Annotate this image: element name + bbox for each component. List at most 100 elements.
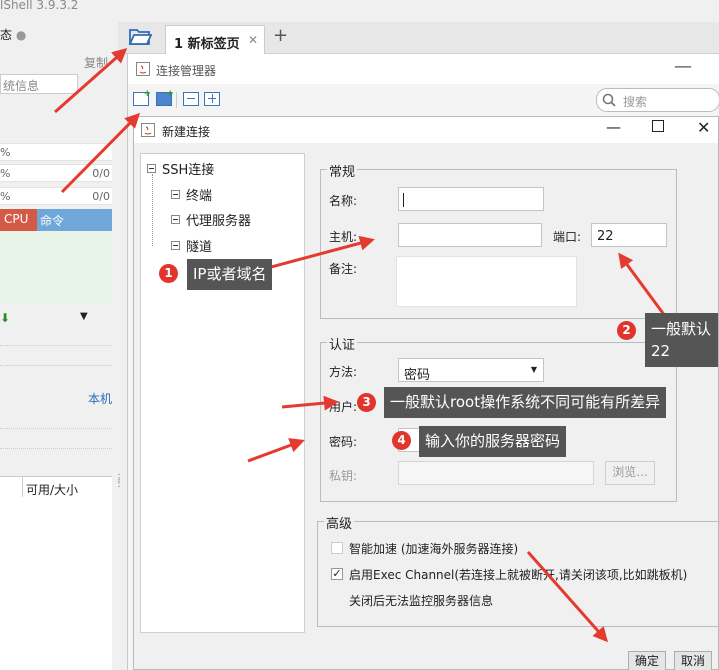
- divider: [0, 365, 112, 366]
- divider: [0, 345, 112, 346]
- app-title: lShell 3.9.3.2: [0, 0, 79, 12]
- host-label: 主机:: [329, 230, 358, 244]
- tree-item-tunnel[interactable]: 隧道: [171, 236, 212, 255]
- smart-accel-checkbox[interactable]: [331, 542, 343, 554]
- advanced-legend: 高级: [324, 513, 355, 532]
- status-dot-icon: ●: [15, 28, 27, 42]
- exec-channel-checkbox[interactable]: ✓: [331, 568, 343, 580]
- private-key-field[interactable]: [398, 461, 594, 485]
- monitor-row-pct: %: [0, 146, 11, 159]
- tree-item-label: 终端: [186, 189, 213, 204]
- monitor-row-pct: %: [0, 190, 11, 203]
- name-field[interactable]: [398, 187, 544, 211]
- private-key-label: 私钥:: [329, 469, 358, 483]
- command-column-header[interactable]: 命令: [40, 212, 64, 229]
- close-tab-icon[interactable]: ✕: [248, 33, 258, 47]
- annotation-callout: 输入你的服务器密码: [419, 426, 567, 457]
- java-app-icon: [141, 123, 155, 137]
- monitor-row: % 0/0: [0, 164, 112, 182]
- general-legend: 常规: [327, 161, 358, 180]
- collapse-icon[interactable]: [171, 241, 180, 250]
- minimize-button[interactable]: —: [606, 118, 621, 136]
- new-folder-icon[interactable]: +: [156, 89, 174, 106]
- collapse-icon[interactable]: [147, 164, 156, 173]
- annotation-badge: 3: [357, 393, 376, 412]
- sys-info-field[interactable]: 统信息: [0, 74, 78, 94]
- monitor-row: %: [0, 143, 112, 161]
- tree-item-label: SSH连接: [162, 163, 215, 178]
- method-select[interactable]: 密码 ▼: [398, 358, 544, 383]
- ok-button[interactable]: 确定: [628, 651, 666, 670]
- connection-manager-title: 连接管理器: [156, 64, 217, 78]
- settings-tree: SSH连接 终端 代理服务器 隧道: [140, 153, 305, 633]
- divider: [0, 428, 112, 429]
- collapse-all-icon[interactable]: [183, 92, 199, 106]
- expand-all-icon[interactable]: [204, 92, 220, 106]
- tree-connector: [152, 174, 153, 246]
- exec-channel-label: 启用Exec Channel(若连接上就被断开,请关闭该项,比如跳板机): [349, 568, 688, 582]
- splitter-handle-icon[interactable]: ⋮ ⋮: [114, 474, 124, 489]
- process-header: CPU 命令: [0, 209, 112, 231]
- annotation-badge: 4: [392, 431, 411, 450]
- method-label: 方法:: [329, 365, 358, 379]
- note-field[interactable]: [396, 256, 577, 307]
- dropdown-arrow-icon[interactable]: ▼: [80, 311, 88, 322]
- smart-accel-label: 智能加速 (加速海外服务器连接): [349, 542, 519, 556]
- tab-new[interactable]: 1 新标签页 ✕: [165, 25, 265, 54]
- note-label: 备注:: [329, 262, 358, 276]
- host-field[interactable]: [398, 223, 542, 247]
- divider: [0, 448, 112, 449]
- monitor-row: % 0/0: [0, 187, 112, 205]
- auth-group: 认证 方法: 密码 ▼ 用户: 密码: 私钥: 浏览...: [320, 334, 677, 502]
- tab-bar: 1 新标签页 ✕ +: [118, 22, 719, 54]
- annotation-callout: 一般默认22: [645, 313, 718, 367]
- port-label: 端口:: [553, 230, 582, 244]
- browse-button[interactable]: 浏览...: [605, 461, 655, 485]
- exec-channel-note: 关闭后无法监控服务器信息: [349, 594, 494, 608]
- connection-manager-toolbar: + + 搜索: [128, 84, 719, 116]
- cpu-column-header[interactable]: CPU: [0, 209, 37, 231]
- chevron-down-icon: ▼: [530, 365, 537, 374]
- local-link[interactable]: 本机: [88, 390, 112, 407]
- port-field[interactable]: 22: [591, 223, 667, 247]
- tree-item-label: 隧道: [186, 240, 213, 255]
- tree-item-terminal[interactable]: 终端: [171, 185, 212, 204]
- status-label: 态 ●: [0, 28, 27, 42]
- maximize-button[interactable]: [652, 120, 664, 132]
- tab-label: 1 新标签页: [174, 37, 240, 52]
- tree-item-ssh[interactable]: SSH连接: [147, 159, 214, 178]
- dialog-title: 新建连接: [162, 125, 211, 139]
- search-icon: [602, 93, 616, 107]
- annotation-callout: IP或者域名: [187, 259, 273, 290]
- monitor-row-value: 0/0: [92, 167, 110, 180]
- annotation-badge: 2: [617, 321, 636, 340]
- minimize-button[interactable]: —: [674, 56, 692, 77]
- collapse-icon[interactable]: [171, 190, 180, 199]
- disk-table: 可用/大小: [0, 476, 112, 670]
- new-tab-button[interactable]: +: [273, 25, 288, 46]
- annotation-badge: 1: [159, 264, 178, 283]
- dialog-titlebar: 新建连接 — ✕: [134, 117, 718, 143]
- close-button[interactable]: ✕: [697, 118, 710, 137]
- monitor-row-value: 0/0: [92, 190, 110, 203]
- new-session-icon[interactable]: +: [133, 89, 151, 106]
- collapse-icon[interactable]: [171, 215, 180, 224]
- tree-item-proxy[interactable]: 代理服务器: [171, 210, 251, 229]
- copy-button[interactable]: 复制: [84, 54, 108, 71]
- available-size-header: 可用/大小: [26, 483, 79, 497]
- tree-item-label: 代理服务器: [186, 214, 252, 229]
- java-app-icon: [136, 62, 150, 76]
- monitor-row-pct: %: [0, 167, 11, 180]
- annotation-callout: 一般默认root操作系统不同可能有所差异: [384, 387, 667, 418]
- advanced-group: 高级 智能加速 (加速海外服务器连接) ✓ 启用Exec Channel(若连接…: [317, 513, 719, 627]
- column-divider: [22, 477, 23, 497]
- password-label: 密码:: [329, 435, 358, 449]
- process-list: [0, 231, 112, 303]
- method-select-value: 密码: [404, 368, 431, 383]
- cancel-button[interactable]: 取消: [674, 651, 712, 670]
- auth-legend: 认证: [327, 334, 358, 353]
- name-label: 名称:: [329, 194, 358, 208]
- user-label: 用户:: [329, 400, 358, 414]
- folder-open-icon[interactable]: [128, 26, 153, 48]
- connection-manager-titlebar: 连接管理器 —: [128, 54, 719, 84]
